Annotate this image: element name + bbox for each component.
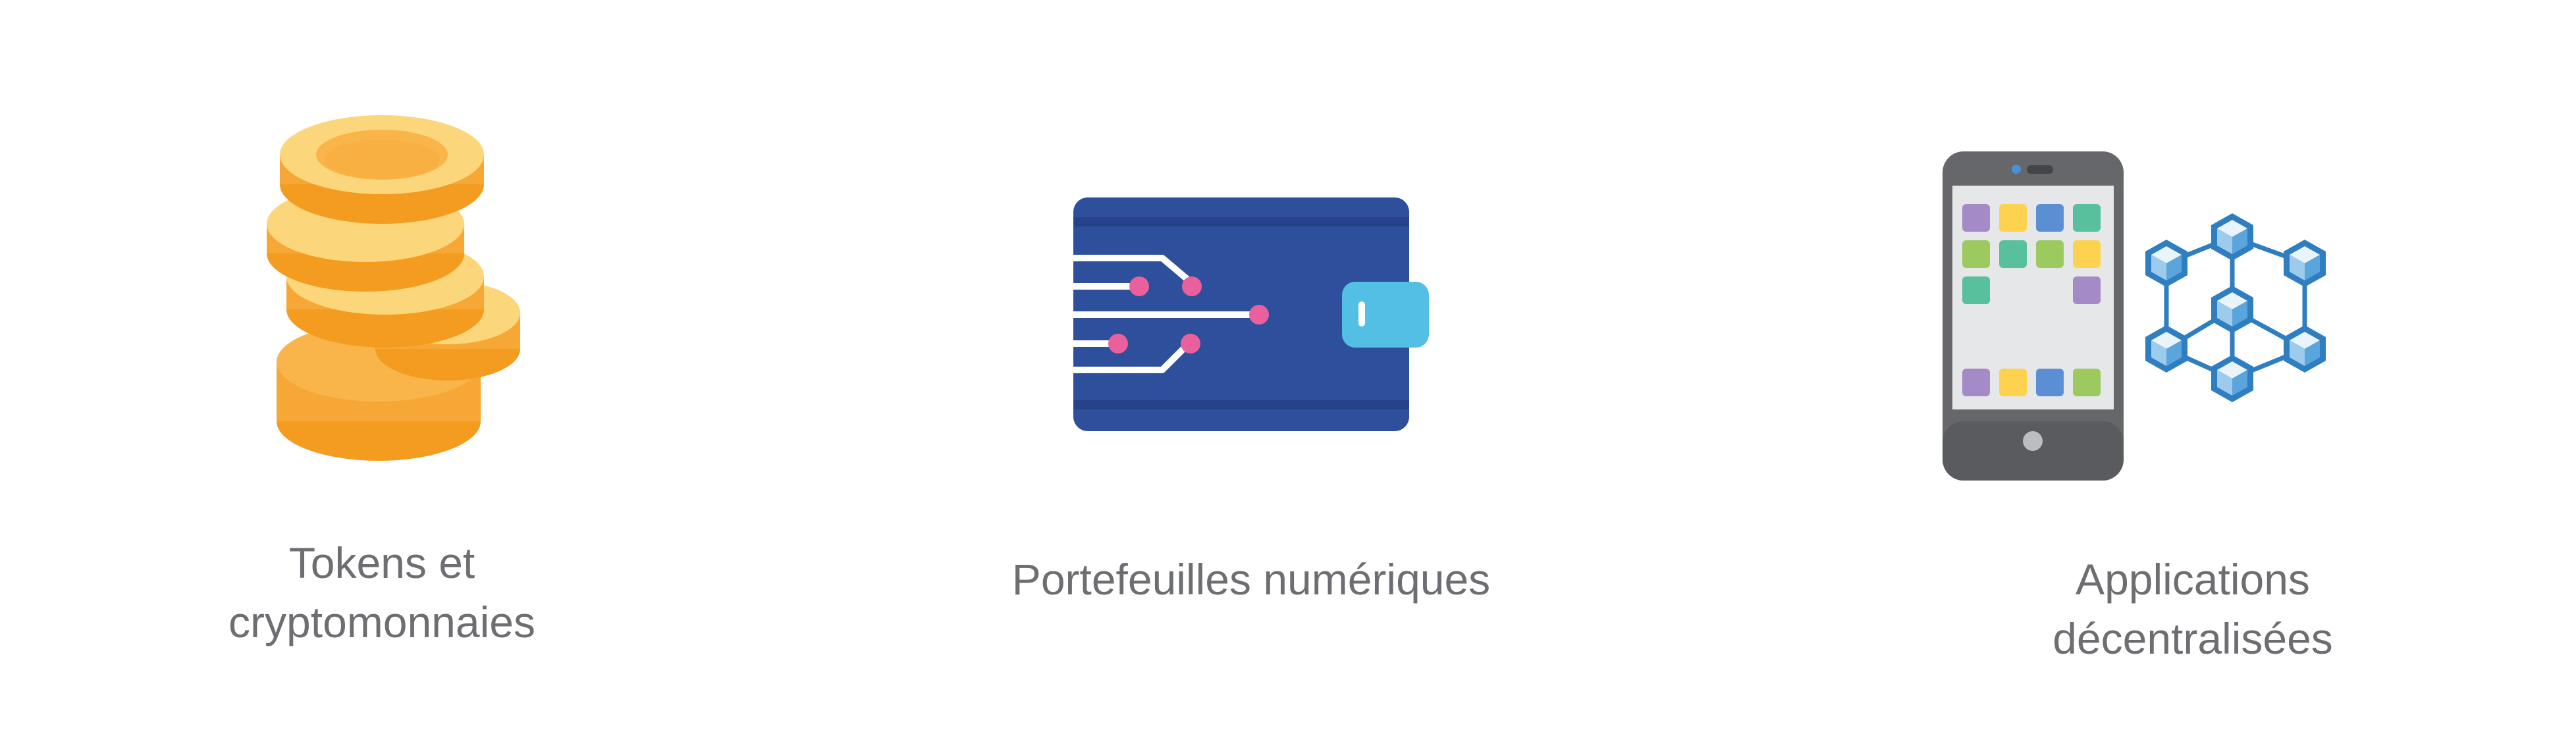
dapps-caption: Applications décentralisées [1962, 550, 2423, 668]
coins-stack-icon [267, 115, 520, 461]
feature-tokens: Tokens et cryptomonnaies [0, 0, 764, 732]
caption-line: Portefeuilles numériques [1011, 555, 1491, 604]
smartphone-blockchain-icon [1943, 151, 2326, 481]
feature-dapps: Applications décentralisées [1811, 0, 2575, 732]
digital-wallet-icon [1073, 197, 1429, 431]
caption-line: Applications [2076, 555, 2310, 604]
caption-line: Tokens et [288, 538, 475, 587]
caption-line: décentralisées [2053, 614, 2333, 663]
feature-wallets: Portefeuilles numériques [856, 0, 1646, 732]
caption-line: cryptomonnaies [228, 598, 535, 646]
tokens-caption: Tokens et cryptomonnaies [132, 533, 632, 652]
wallets-caption: Portefeuilles numériques [922, 550, 1580, 609]
